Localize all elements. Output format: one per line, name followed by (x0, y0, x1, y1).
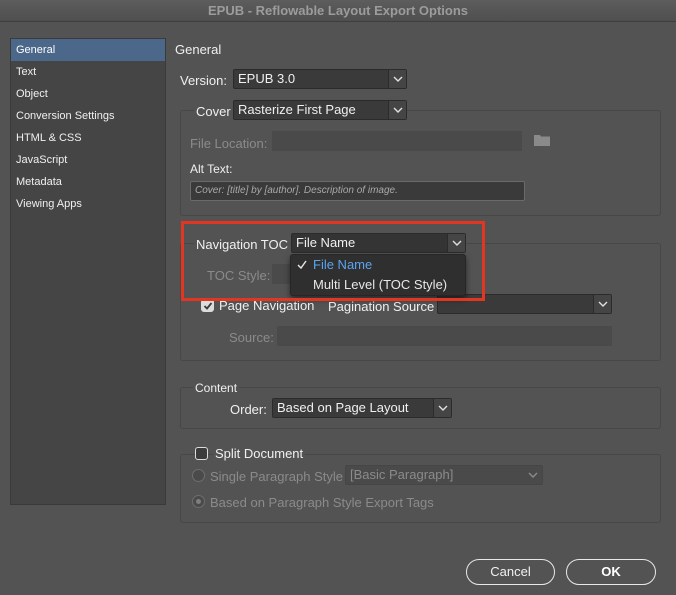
pagination-source-select[interactable] (437, 294, 612, 314)
alt-text-label: Alt Text: (190, 162, 233, 176)
cover-label: Cover (194, 104, 233, 119)
page-navigation-label: Page Navigation (219, 298, 315, 313)
page-navigation-checkbox[interactable] (201, 299, 214, 312)
sidebar-item-general[interactable]: General (11, 39, 165, 61)
navigation-toc-label: Navigation TOC (194, 237, 291, 252)
file-location-label: File Location: (190, 136, 268, 151)
alt-text-input[interactable]: Cover: [title] by [author]. Description … (190, 181, 525, 201)
version-value: EPUB 3.0 (238, 71, 296, 86)
cover-select[interactable]: Rasterize First Page (233, 100, 407, 120)
cancel-button[interactable]: Cancel (466, 559, 555, 585)
split-document-label: Split Document (213, 446, 306, 461)
sidebar-item-object[interactable]: Object (11, 83, 165, 105)
order-select[interactable]: Based on Page Layout (272, 398, 452, 418)
content-heading: Content (193, 381, 240, 395)
version-label: Version: (180, 73, 227, 88)
checkmark-icon (203, 302, 213, 310)
navigation-toc-value: File Name (296, 235, 356, 250)
sidebar-nav: General Text Object Conversion Settings … (10, 38, 166, 505)
sidebar-item-viewing-apps[interactable]: Viewing Apps (11, 193, 165, 215)
order-value: Based on Page Layout (277, 400, 409, 415)
navigation-toc-dropdown-menu: File Name Multi Level (TOC Style) (290, 254, 466, 296)
chevron-down-icon (388, 70, 406, 88)
section-heading: General (175, 42, 222, 57)
single-paragraph-radio[interactable] (192, 469, 205, 482)
chevron-down-icon (593, 295, 611, 313)
sidebar-item-conversion-settings[interactable]: Conversion Settings (11, 105, 165, 127)
source-label: Source: (229, 330, 274, 345)
sidebar-item-text[interactable]: Text (11, 61, 165, 83)
window-title: EPUB - Reflowable Layout Export Options (0, 0, 676, 22)
chevron-down-icon (388, 101, 406, 119)
toc-style-label: TOC Style: (207, 268, 271, 283)
chevron-down-icon (433, 399, 451, 417)
version-select[interactable]: EPUB 3.0 (233, 69, 407, 89)
chevron-down-icon (447, 234, 465, 252)
chevron-down-icon (524, 466, 542, 484)
single-paragraph-label: Single Paragraph Style (210, 469, 343, 484)
paragraph-style-select[interactable]: [Basic Paragraph] (345, 465, 543, 485)
paragraph-style-value: [Basic Paragraph] (350, 467, 454, 482)
navigation-toc-select[interactable]: File Name (291, 233, 466, 253)
folder-icon (534, 134, 550, 149)
menu-item-label: File Name (313, 257, 373, 272)
ok-button[interactable]: OK (566, 559, 656, 585)
export-tags-label: Based on Paragraph Style Export Tags (210, 495, 434, 510)
sidebar-item-javascript[interactable]: JavaScript (11, 149, 165, 171)
file-location-field (272, 131, 522, 151)
sidebar-item-metadata[interactable]: Metadata (11, 171, 165, 193)
menu-item-file-name[interactable]: File Name (291, 255, 467, 275)
export-tags-radio[interactable] (192, 495, 205, 508)
split-document-checkbox[interactable] (195, 447, 208, 460)
order-label: Order: (230, 402, 267, 417)
source-field (277, 326, 612, 346)
menu-item-label: Multi Level (TOC Style) (313, 277, 448, 292)
pagination-source-label: Pagination Source (328, 299, 435, 314)
menu-item-multi-level[interactable]: Multi Level (TOC Style) (291, 275, 467, 295)
cover-value: Rasterize First Page (238, 102, 356, 117)
sidebar-item-html-css[interactable]: HTML & CSS (11, 127, 165, 149)
